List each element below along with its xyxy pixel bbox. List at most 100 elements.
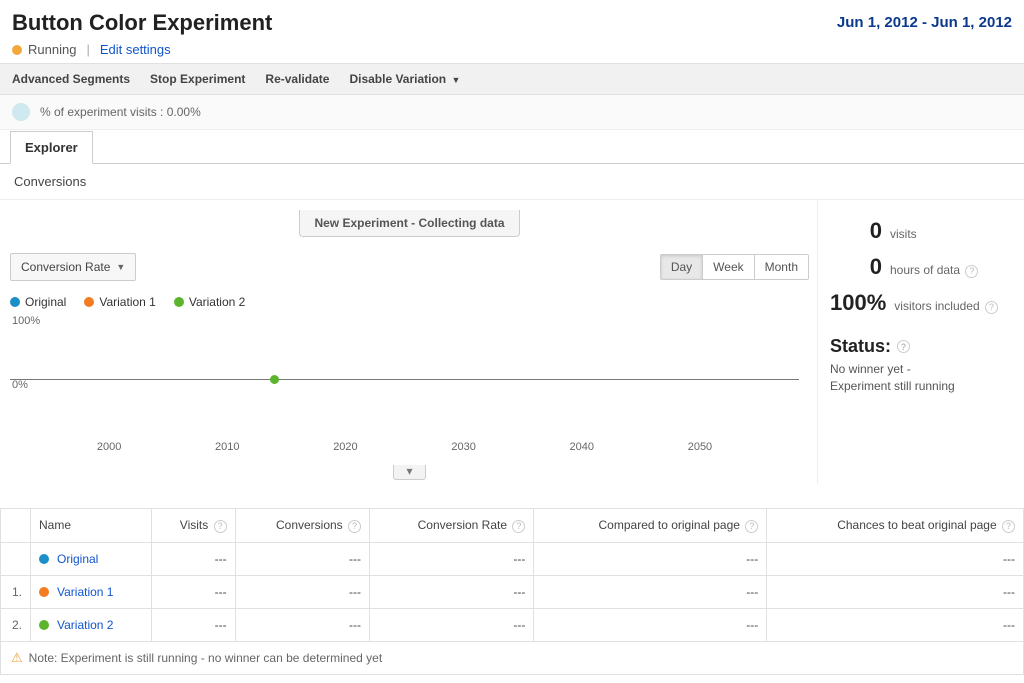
help-icon[interactable]: ? [512,520,525,533]
variations-table: Name Visits ? Conversions ? Conversion R… [0,508,1024,642]
x-tick: 2050 [641,441,759,453]
variation-dot-icon [39,620,49,630]
row-index: 1. [1,575,31,608]
x-tick: 2030 [405,441,523,453]
chevron-down-icon: ▼ [116,262,125,272]
cell-name: Variation 2 [31,608,152,641]
help-icon[interactable]: ? [348,520,361,533]
variation-dot-icon [39,554,49,564]
legend-label: Original [25,295,66,309]
table-row: 1.Variation 1--------------- [1,575,1024,608]
cell-chances: --- [767,575,1024,608]
metric-dropdown-label: Conversion Rate [21,260,110,274]
experiment-banner: New Experiment - Collecting data [299,210,519,237]
disable-variation-dropdown[interactable]: Disable Variation ▼ [349,72,460,86]
legend-dot-icon [10,297,20,307]
help-icon[interactable]: ? [985,301,998,314]
cell-compared: --- [534,542,767,575]
variation-dot-icon [39,587,49,597]
col-visits[interactable]: Visits ? [151,509,235,543]
status-label: Running [28,42,76,57]
legend-label: Variation 2 [189,295,245,309]
legend-dot-icon [174,297,184,307]
cell-conversions: --- [235,575,369,608]
col-chances[interactable]: Chances to beat original page ? [767,509,1024,543]
variation-link[interactable]: Variation 1 [57,585,113,599]
row-index: 2. [1,608,31,641]
chart-data-point [270,375,279,384]
help-icon[interactable]: ? [745,520,758,533]
visits-percent-label: % of experiment visits : 0.00% [40,105,201,119]
help-icon[interactable]: ? [965,265,978,278]
hours-stat-label: hours of data ? [890,263,978,278]
help-icon[interactable]: ? [1002,520,1015,533]
status-indicator-icon [12,45,22,55]
table-row: Original--------------- [1,542,1024,575]
chart-axis-line [10,379,799,380]
visits-stat-label: visits [890,227,917,241]
warning-icon: ⚠ [11,650,23,666]
visits-pie-icon [12,103,30,121]
col-conversions[interactable]: Conversions ? [235,509,369,543]
included-stat-value: 100% [830,290,886,316]
legend-dot-icon [84,297,94,307]
page-title: Button Color Experiment [12,10,272,36]
col-index [1,509,31,543]
cell-chances: --- [767,542,1024,575]
cell-chances: --- [767,608,1024,641]
cell-visits: --- [151,542,235,575]
cell-conversions: --- [235,542,369,575]
visits-stat-value: 0 [830,218,882,244]
cell-rate: --- [370,542,534,575]
advanced-segments-button[interactable]: Advanced Segments [12,72,130,86]
metric-dropdown[interactable]: Conversion Rate ▼ [10,253,136,281]
cell-visits: --- [151,608,235,641]
table-note: Note: Experiment is still running - no w… [29,651,383,665]
stop-experiment-button[interactable]: Stop Experiment [150,72,245,86]
x-tick: 2010 [168,441,286,453]
status-heading: Status: [830,336,891,357]
time-granularity-group: Day Week Month [660,254,809,280]
table-row: 2.Variation 2--------------- [1,608,1024,641]
cell-visits: --- [151,575,235,608]
x-tick: 2040 [523,441,641,453]
y-tick: 100% [12,315,40,327]
time-month-button[interactable]: Month [755,254,809,280]
time-day-button[interactable]: Day [660,254,703,280]
legend-variation-2[interactable]: Variation 2 [174,295,245,309]
chart-expand-toggle[interactable]: ▾ [393,465,425,480]
cell-name: Original [31,542,152,575]
cell-rate: --- [370,575,534,608]
col-conversion-rate[interactable]: Conversion Rate ? [370,509,534,543]
col-name[interactable]: Name [31,509,152,543]
x-tick: 2000 [50,441,168,453]
included-stat-label: visitors included ? [894,299,998,314]
edit-settings-link[interactable]: Edit settings [100,42,171,57]
variation-link[interactable]: Original [57,552,98,566]
cell-name: Variation 1 [31,575,152,608]
y-tick: 0% [12,379,28,391]
x-tick: 2020 [286,441,404,453]
row-index [1,542,31,575]
disable-variation-label: Disable Variation [349,72,446,86]
cell-compared: --- [534,608,767,641]
date-range[interactable]: Jun 1, 2012 - Jun 1, 2012 [837,10,1012,31]
conversions-metric-link[interactable]: Conversions [14,174,86,189]
legend-variation-1[interactable]: Variation 1 [84,295,155,309]
divider: | [86,42,89,57]
variation-link[interactable]: Variation 2 [57,618,113,632]
legend-label: Variation 1 [99,295,155,309]
time-week-button[interactable]: Week [703,254,754,280]
cell-rate: --- [370,608,534,641]
revalidate-button[interactable]: Re-validate [265,72,329,86]
chevron-down-icon: ▼ [451,75,460,85]
col-compared[interactable]: Compared to original page ? [534,509,767,543]
help-icon[interactable]: ? [897,340,910,353]
legend-original[interactable]: Original [10,295,66,309]
tab-explorer[interactable]: Explorer [10,131,93,164]
cell-conversions: --- [235,608,369,641]
conversion-chart: 100% 0% 2000 2010 2020 2030 2040 2050 [10,315,809,465]
help-icon[interactable]: ? [214,520,227,533]
cell-compared: --- [534,575,767,608]
hours-stat-value: 0 [830,254,882,280]
